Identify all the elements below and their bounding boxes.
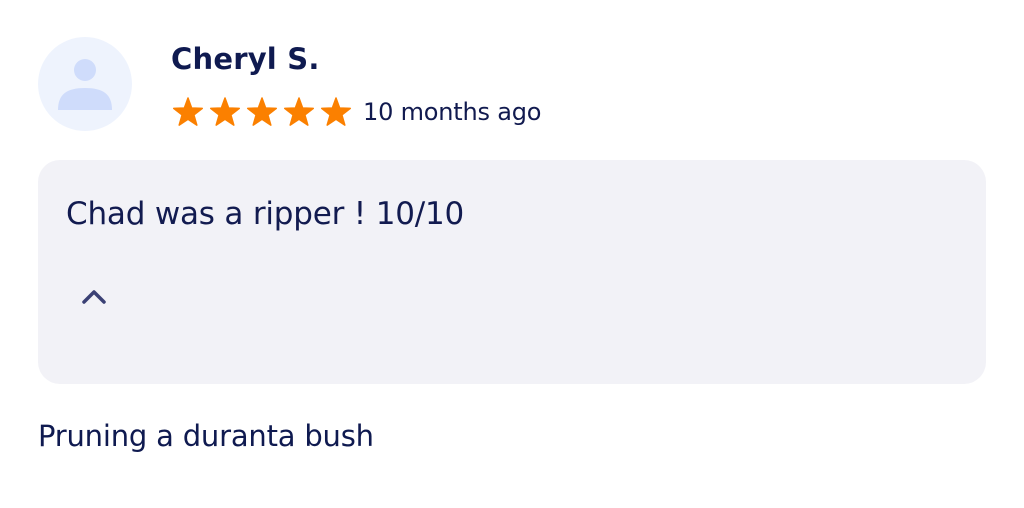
collapse-button[interactable] xyxy=(76,280,112,316)
reviewer-name: Cheryl S. xyxy=(171,42,320,76)
chevron-up-icon xyxy=(82,290,106,304)
star-icon xyxy=(246,96,278,128)
review-card: Cheryl S. 10 months ago Chad was a rippe… xyxy=(0,0,1024,508)
user-placeholder-icon xyxy=(58,59,112,110)
star-icon xyxy=(320,96,352,128)
star-icon xyxy=(209,96,241,128)
review-body: Chad was a ripper ! 10/10 xyxy=(38,160,986,384)
avatar xyxy=(38,37,132,131)
star-icon xyxy=(283,96,315,128)
review-date: 10 months ago xyxy=(363,98,542,126)
service-title: Pruning a duranta bush xyxy=(38,419,374,453)
review-meta: 10 months ago xyxy=(172,94,541,130)
star-icon xyxy=(172,96,204,128)
review-text: Chad was a ripper ! 10/10 xyxy=(66,196,465,232)
star-rating xyxy=(172,96,357,128)
